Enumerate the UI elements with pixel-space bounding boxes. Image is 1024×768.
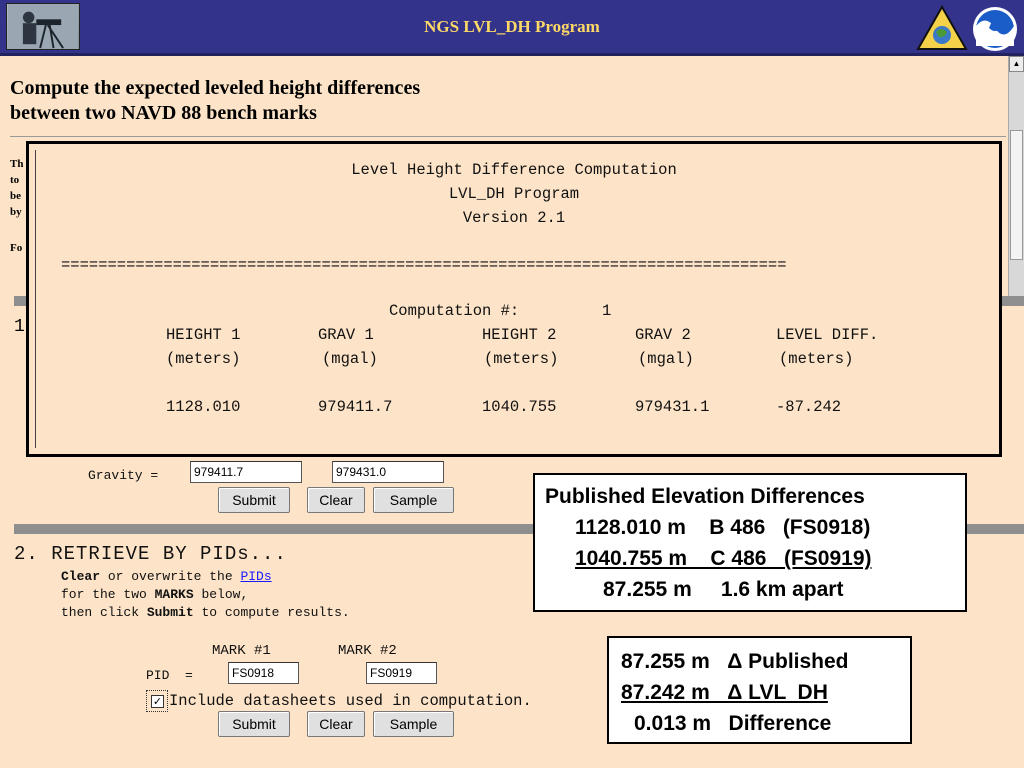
result-separator: ========================================… [61, 256, 787, 274]
step2-instruction-line-2: for the two MARKS below, [61, 587, 248, 602]
instruction-text: or overwrite the [100, 569, 241, 584]
comparison-row-1: 87.255 m Δ Published [621, 650, 849, 673]
result-version: Version 2.1 [462, 209, 566, 227]
result-program-name: LVL_DH Program [448, 185, 580, 203]
step1-submit-button[interactable]: Submit [218, 487, 290, 513]
pids-link[interactable]: PIDs [240, 569, 271, 584]
value-level-diff: -87.242 [776, 398, 842, 416]
published-row-1: 1128.010 m B 486 (FS0918) [575, 516, 871, 539]
scroll-up-arrow-icon[interactable]: ▲ [1009, 56, 1024, 72]
instruction-text: for the two [61, 587, 155, 602]
published-differences-box: Published Elevation Differences 1128.010… [533, 473, 967, 612]
comparison-box: 87.255 m Δ Published 87.242 m Δ LVL DH 0… [607, 636, 912, 744]
partial-text-line: be [10, 190, 21, 202]
column-header-grav1: GRAV 1 [318, 326, 374, 344]
partial-text-line: by [10, 206, 22, 218]
column-header-level-diff: LEVEL DIFF. [776, 326, 879, 344]
partial-text-line: Th [10, 158, 24, 170]
partial-text-line: Fo [10, 242, 23, 254]
unit-grav2: (mgal) [638, 350, 694, 368]
step2-sample-button[interactable]: Sample [373, 711, 454, 737]
page-heading: Compute the expected leveled height diff… [10, 76, 420, 126]
pid1-input[interactable]: FS0918 [228, 662, 299, 684]
value-height1: 1128.010 [166, 398, 241, 416]
computation-label: Computation #: [389, 302, 520, 320]
pid-label: PID = [146, 668, 193, 683]
noaa-logo-icon [972, 6, 1018, 52]
unit-height1: (meters) [166, 350, 241, 368]
app-title: NGS LVL_DH Program [424, 17, 600, 36]
column-header-height1: HEIGHT 1 [166, 326, 241, 344]
result-title: Level Height Difference Computation [351, 161, 677, 179]
value-grav2: 979431.1 [635, 398, 710, 416]
marks-keyword: MARKS [154, 587, 194, 602]
published-title: Published Elevation Differences [545, 485, 865, 508]
column-header-height2: HEIGHT 2 [482, 326, 557, 344]
nsrs-triangle-logo-icon [916, 4, 968, 51]
heading-line-2: between two NAVD 88 bench marks [10, 102, 317, 124]
computation-number: 1 [602, 302, 612, 320]
clear-keyword: Clear [61, 569, 101, 584]
step1-clear-button[interactable]: Clear [307, 487, 365, 513]
partial-intro-text: Th to be by Fo [10, 156, 23, 256]
step2-instruction-line-3: then click Submit to compute results. [61, 605, 350, 620]
instruction-text: to compute results. [193, 605, 350, 620]
heading-line-1: Compute the expected leveled height diff… [10, 77, 421, 99]
published-row-2: 1040.755 m C 486 (FS0919) [575, 547, 872, 570]
include-datasheets-label[interactable]: Include datasheets used in computation. [169, 692, 532, 710]
comparison-row-3: 0.013 m Difference [634, 712, 832, 735]
comparison-row-2: 87.242 m Δ LVL DH [621, 681, 828, 704]
instruction-text: below, [193, 587, 249, 602]
mark2-header: MARK #2 [338, 643, 397, 659]
gravity-label: Gravity = [88, 468, 159, 483]
step2-submit-button[interactable]: Submit [218, 711, 290, 737]
instruction-text: then click [61, 605, 147, 620]
pid2-input[interactable]: FS0919 [366, 662, 437, 684]
value-grav1: 979411.7 [318, 398, 393, 416]
checkmark-icon[interactable]: ✓ [151, 695, 164, 708]
scrollbar-thumb[interactable] [1010, 130, 1023, 260]
divider [10, 136, 1006, 137]
submit-keyword: Submit [146, 605, 194, 620]
partial-text-line: to [10, 174, 20, 186]
step1-sample-button[interactable]: Sample [373, 487, 454, 513]
step2-clear-button[interactable]: Clear [307, 711, 365, 737]
published-row-3: 87.255 m 1.6 km apart [603, 578, 844, 601]
gravity2-input[interactable]: 979431.0 [332, 461, 444, 483]
unit-grav1: (mgal) [322, 350, 378, 368]
mark1-header: MARK #1 [212, 643, 271, 659]
column-header-grav2: GRAV 2 [635, 326, 691, 344]
step2-title: 2. RETRIEVE BY PIDs... [14, 543, 287, 565]
step2-instruction-line-1: Clear or overwrite the PIDs [61, 569, 272, 584]
include-datasheets-checkbox[interactable]: ✓ [146, 690, 168, 712]
title-bar: NGS LVL_DH Program [0, 0, 1024, 56]
step1-number: 1 [14, 317, 25, 337]
value-height2: 1040.755 [482, 398, 557, 416]
gravity1-input[interactable]: 979411.7 [190, 461, 302, 483]
unit-height2: (meters) [484, 350, 559, 368]
unit-level-diff: (meters) [779, 350, 854, 368]
result-window: Level Height Difference Computation LVL_… [26, 141, 1002, 457]
vertical-scrollbar[interactable]: ▲ [1008, 56, 1024, 296]
